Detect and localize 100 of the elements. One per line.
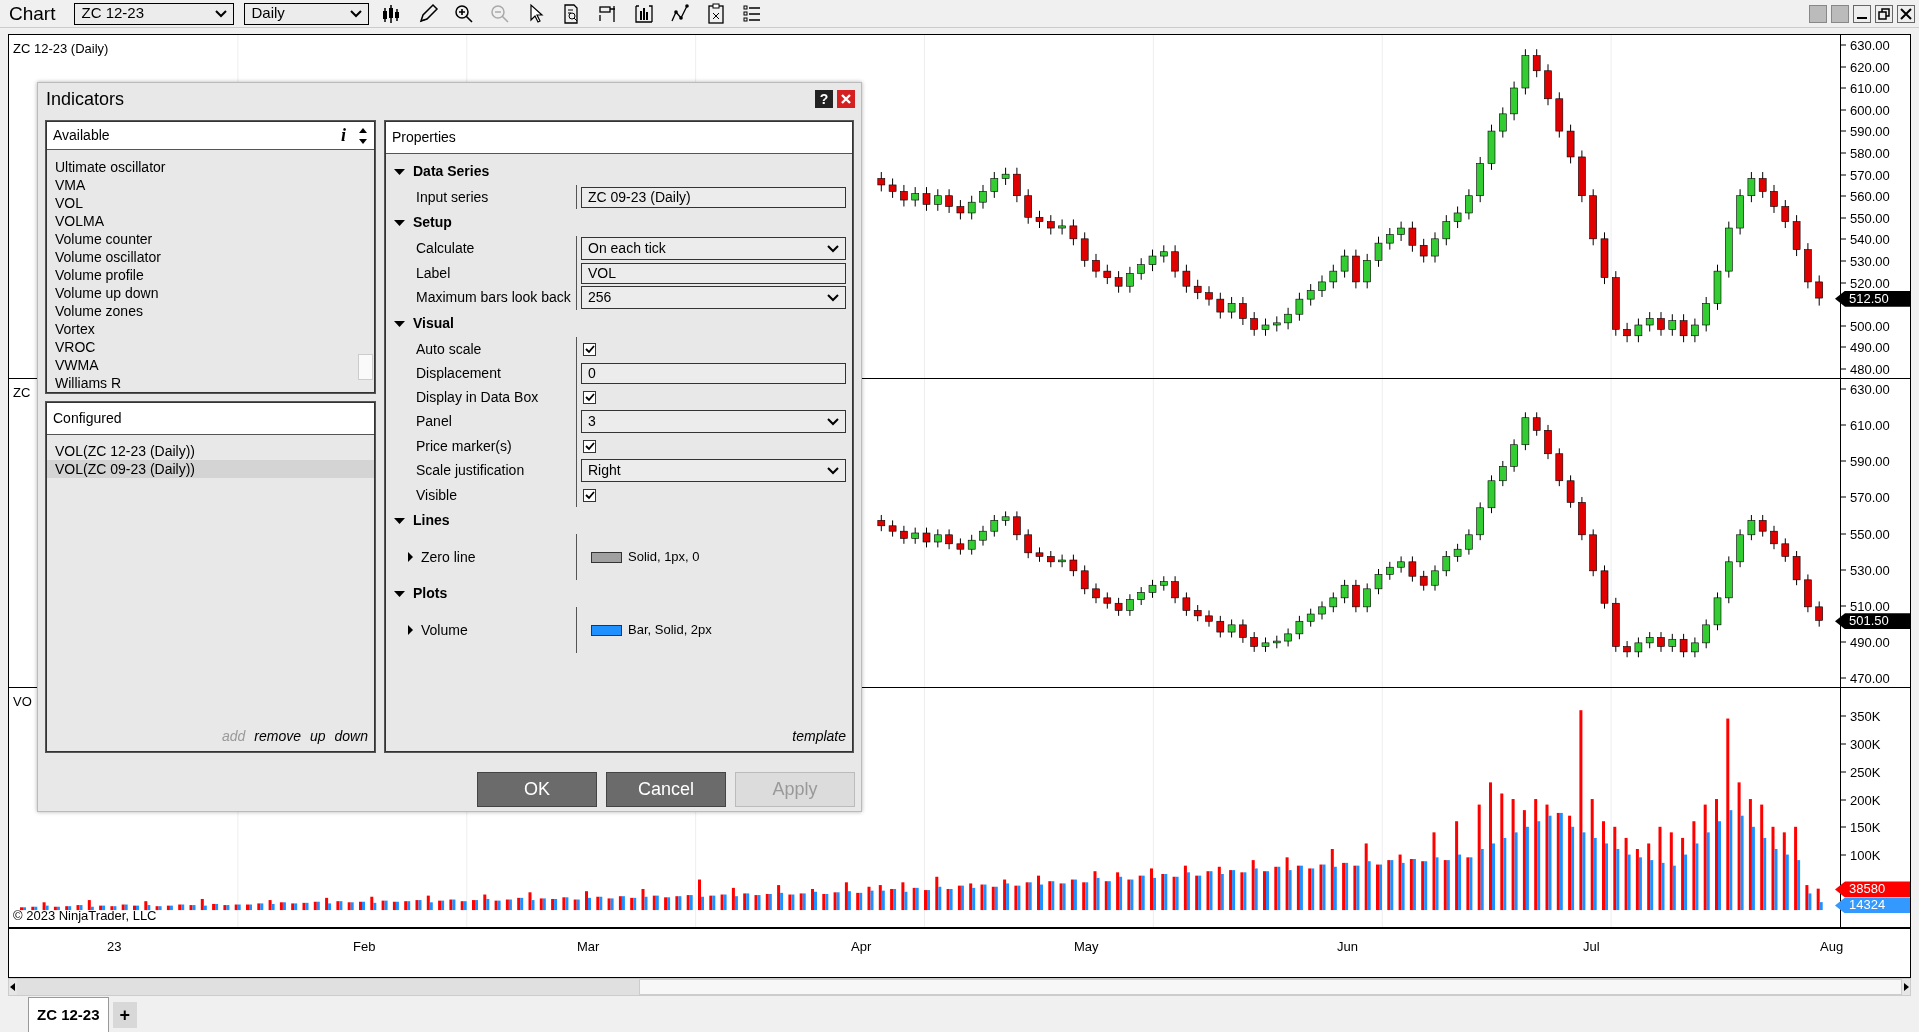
candlestick bbox=[900, 525, 908, 545]
candlestick bbox=[1442, 214, 1451, 246]
color-swatch[interactable] bbox=[591, 624, 622, 636]
collapse-icon[interactable] bbox=[394, 217, 405, 228]
chart-tab[interactable]: ZC 12-23 bbox=[28, 996, 109, 1032]
axis-label: 510.00 bbox=[1841, 599, 1890, 613]
candlestick bbox=[1306, 608, 1315, 628]
list-item[interactable]: VOL(ZC 12-23 (Daily)) bbox=[47, 442, 374, 460]
close-icon[interactable] bbox=[1897, 4, 1915, 23]
candlestick bbox=[1058, 554, 1066, 568]
collapse-icon[interactable] bbox=[394, 588, 405, 599]
scrollbar-thumb[interactable] bbox=[639, 979, 1902, 995]
close-button[interactable] bbox=[837, 90, 855, 108]
text-field[interactable]: ZC 09-23 (Daily) bbox=[581, 186, 846, 208]
candlestick bbox=[1623, 640, 1631, 658]
bar bbox=[1511, 799, 1515, 911]
help-button[interactable]: ? bbox=[815, 90, 833, 108]
expand-icon[interactable] bbox=[406, 625, 413, 635]
bar bbox=[734, 896, 738, 911]
list-item[interactable]: Volume zones bbox=[47, 302, 357, 320]
action-link[interactable]: up bbox=[309, 726, 326, 747]
collapse-icon[interactable] bbox=[394, 318, 405, 329]
candlestick bbox=[1431, 564, 1439, 592]
bar bbox=[1006, 883, 1010, 911]
interval-dropdown[interactable]: Daily bbox=[244, 2, 370, 25]
bar bbox=[1782, 832, 1786, 911]
checkbox[interactable] bbox=[583, 390, 596, 404]
list-item[interactable]: Volume oscillator bbox=[47, 248, 357, 266]
dialog-button[interactable]: Cancel bbox=[606, 772, 726, 807]
pencil-icon[interactable] bbox=[417, 2, 440, 25]
dialog-button[interactable]: OK bbox=[477, 772, 597, 807]
list-item[interactable]: VOL bbox=[47, 194, 357, 212]
window-button-icon[interactable] bbox=[1809, 4, 1827, 23]
candlestick bbox=[945, 528, 953, 550]
candlestick bbox=[1668, 633, 1677, 653]
action-link[interactable]: down bbox=[334, 726, 368, 747]
candlestick bbox=[1668, 313, 1677, 337]
list-item[interactable]: Vortex bbox=[47, 320, 357, 338]
bar bbox=[1040, 884, 1043, 911]
bar bbox=[1602, 821, 1605, 911]
bar bbox=[429, 902, 433, 911]
scrollbar-thumb[interactable] bbox=[358, 354, 373, 380]
collapse-icon[interactable] bbox=[394, 166, 405, 177]
bar bbox=[1251, 860, 1255, 911]
restore-icon[interactable] bbox=[1875, 4, 1893, 23]
list-item[interactable]: Ultimate oscillator bbox=[47, 158, 357, 176]
checkbox[interactable] bbox=[583, 488, 596, 502]
list-item[interactable]: VOLMA bbox=[47, 212, 357, 230]
info-button[interactable]: i bbox=[341, 122, 346, 149]
axis-label: 570.00 bbox=[1841, 490, 1890, 504]
checkbox[interactable] bbox=[583, 439, 596, 453]
list-item[interactable]: Volume up down bbox=[47, 284, 357, 302]
template-link[interactable]: template bbox=[792, 728, 846, 744]
candlestick bbox=[1747, 171, 1756, 203]
color-swatch[interactable] bbox=[591, 551, 622, 563]
action-link[interactable]: remove bbox=[254, 726, 301, 747]
list-item[interactable]: Volume counter bbox=[47, 230, 357, 248]
bar-chart-icon[interactable] bbox=[633, 2, 656, 25]
bar bbox=[1545, 804, 1549, 911]
list-item[interactable]: VROC bbox=[47, 338, 357, 356]
list-item[interactable]: Volume profile bbox=[47, 266, 357, 284]
bar bbox=[904, 891, 908, 911]
bar bbox=[1480, 849, 1484, 911]
list-item[interactable]: VOL(ZC 09-23 (Daily)) bbox=[47, 460, 374, 478]
candlestick bbox=[1205, 609, 1213, 628]
instrument-dropdown[interactable]: ZC 12-23 bbox=[74, 2, 235, 25]
dropdown[interactable]: On each tick bbox=[581, 237, 846, 260]
add-tab-button[interactable]: + bbox=[112, 1002, 138, 1028]
bar bbox=[1489, 782, 1492, 911]
collapse-icon[interactable] bbox=[394, 515, 405, 526]
bar bbox=[1582, 832, 1586, 911]
candlestick bbox=[1216, 615, 1225, 638]
checkbox[interactable] bbox=[583, 342, 596, 356]
list-item[interactable]: Williams R bbox=[47, 374, 357, 392]
dropdown[interactable]: 3 bbox=[581, 410, 846, 433]
candlestick bbox=[1679, 633, 1688, 658]
property-label: Calculate bbox=[416, 239, 475, 258]
date-label: 23 bbox=[107, 938, 122, 956]
list-item[interactable]: VWMA bbox=[47, 356, 357, 374]
chart-menu-button[interactable]: Chart bbox=[0, 0, 65, 28]
dropdown[interactable]: Right bbox=[581, 459, 846, 482]
candlestick bbox=[979, 184, 987, 210]
minimize-icon[interactable] bbox=[1853, 4, 1871, 23]
bar bbox=[1186, 872, 1190, 911]
dropdown[interactable]: 256 bbox=[581, 286, 846, 309]
bar bbox=[1333, 866, 1337, 911]
bar bbox=[1635, 849, 1639, 911]
candlestick bbox=[1386, 227, 1394, 251]
candlestick bbox=[1408, 221, 1417, 253]
candlestick bbox=[1227, 296, 1236, 320]
expand-icon[interactable] bbox=[406, 552, 413, 562]
list-item[interactable]: VMA bbox=[47, 176, 357, 194]
bar bbox=[1220, 873, 1224, 911]
bar bbox=[1771, 826, 1775, 911]
text-field[interactable]: VOL bbox=[581, 262, 846, 284]
candlestick bbox=[990, 514, 999, 538]
candlestick bbox=[1126, 593, 1134, 617]
text-field[interactable]: 0 bbox=[581, 362, 846, 384]
bar bbox=[1364, 843, 1368, 911]
candlestick bbox=[1408, 555, 1417, 583]
